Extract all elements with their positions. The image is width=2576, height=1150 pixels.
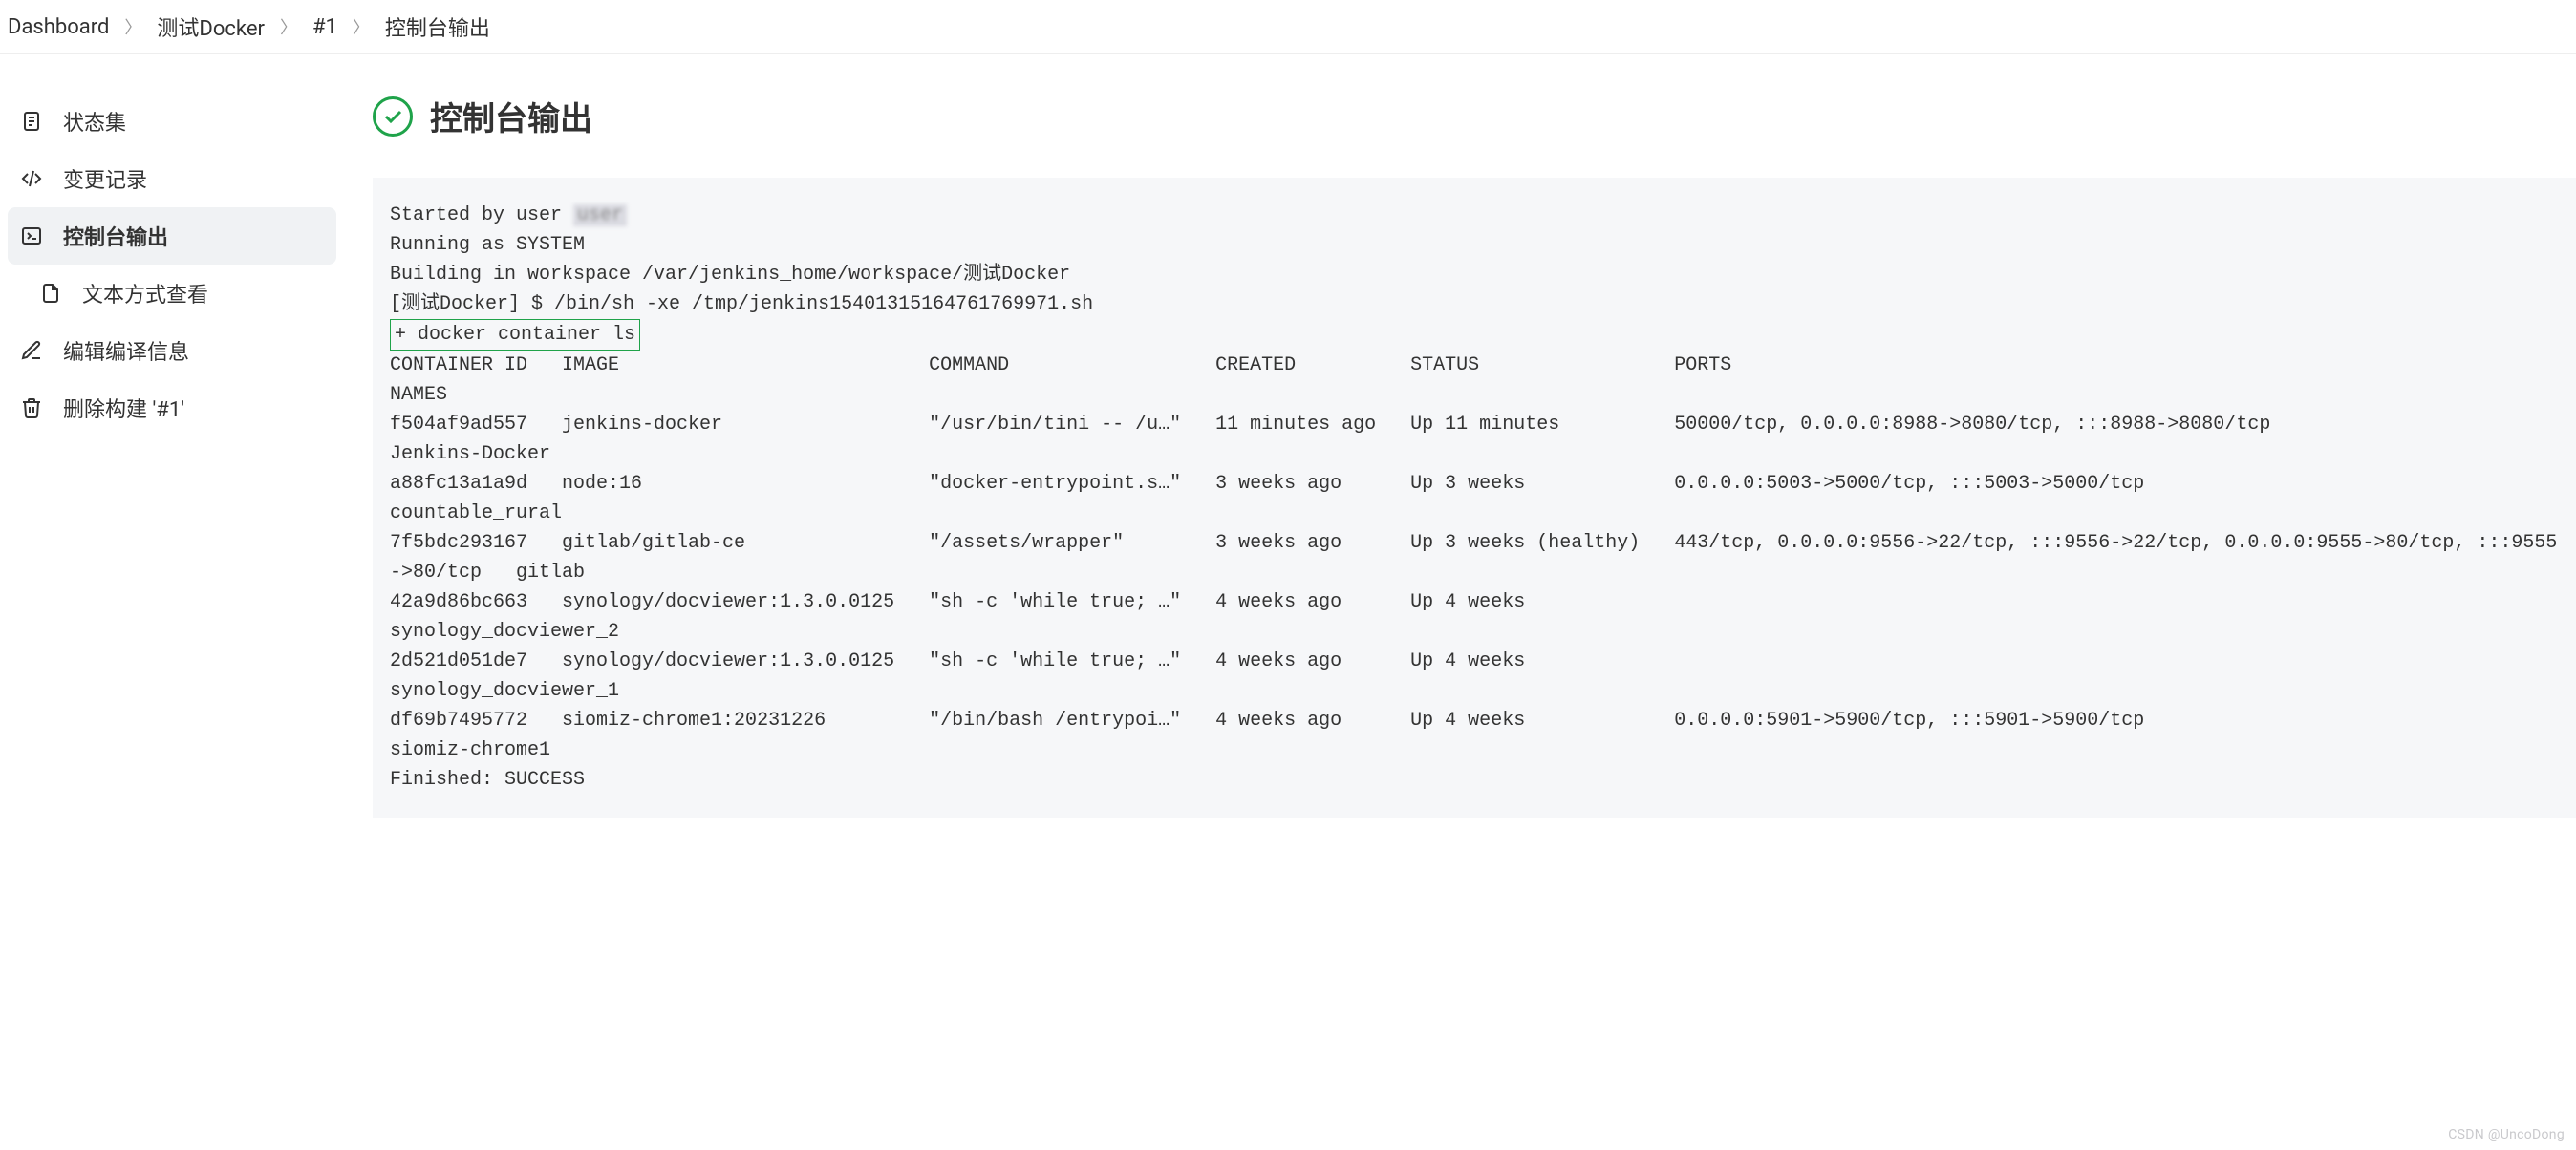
breadcrumb-item-dashboard[interactable]: Dashboard	[8, 15, 109, 39]
console-table-row: 7f5bdc293167 gitlab/gitlab-ce "/assets/w…	[390, 532, 2557, 584]
console-line: Started by user	[390, 204, 573, 226]
console-table-row: a88fc13a1a9d node:16 "docker-entrypoint.…	[390, 473, 2576, 524]
breadcrumb-item-build[interactable]: #1	[312, 15, 337, 39]
console-line: Building in workspace /var/jenkins_home/…	[390, 264, 1070, 286]
sidebar-item-changes[interactable]: 变更记录	[8, 150, 336, 207]
console-finish-line: Finished: SUCCESS	[390, 769, 585, 791]
breadcrumb-item-current: 控制台输出	[385, 11, 490, 42]
chevron-right-icon: 〉	[124, 14, 141, 39]
sidebar-item-edit-build[interactable]: 编辑编译信息	[8, 322, 336, 379]
console-table-header: CONTAINER ID IMAGE COMMAND CREATED STATU…	[390, 354, 2576, 406]
sidebar-item-label: 文本方式查看	[82, 278, 208, 309]
console-output: Started by user user Running as SYSTEM B…	[373, 178, 2576, 818]
console-table-row: 2d521d051de7 synology/docviewer:1.3.0.01…	[390, 650, 2576, 702]
trash-icon	[19, 395, 44, 420]
page-title: 控制台输出	[430, 93, 592, 139]
console-user-link[interactable]: user	[573, 204, 627, 226]
sidebar-item-label: 编辑编译信息	[63, 335, 189, 366]
sidebar-item-console[interactable]: 控制台输出	[8, 207, 336, 265]
breadcrumb-item-project[interactable]: 测试Docker	[157, 11, 265, 42]
sidebar-item-label: 控制台输出	[63, 221, 168, 251]
file-icon	[38, 281, 63, 306]
edit-icon	[19, 338, 44, 363]
sidebar-item-label: 状态集	[63, 106, 126, 137]
sidebar-item-status[interactable]: 状态集	[8, 93, 336, 150]
success-check-icon	[373, 96, 413, 137]
console-table-row: f504af9ad557 jenkins-docker "/usr/bin/ti…	[390, 414, 2576, 465]
terminal-icon	[19, 224, 44, 248]
console-table-row: 42a9d86bc663 synology/docviewer:1.3.0.01…	[390, 591, 2576, 643]
page-header: 控制台输出	[373, 93, 2576, 139]
chevron-right-icon: 〉	[280, 14, 297, 39]
console-line: [测试Docker] $ /bin/sh -xe /tmp/jenkins154…	[390, 293, 1093, 315]
watermark: CSDN @UncoDong	[2448, 1127, 2565, 1142]
sidebar-item-text-view[interactable]: 文本方式查看	[8, 265, 336, 322]
sidebar-item-label: 变更记录	[63, 163, 147, 194]
console-table-row: df69b7495772 siomiz-chrome1:20231226 "/b…	[390, 710, 2576, 761]
console-line: Running as SYSTEM	[390, 234, 585, 256]
console-highlight-line: + docker container ls	[390, 319, 640, 351]
chevron-right-icon: 〉	[353, 14, 370, 39]
sidebar: 状态集 变更记录 控制台输出 文本方式查看 编辑编译信息	[0, 54, 344, 1147]
main-content: 控制台输出 Started by user user Running as SY…	[344, 54, 2576, 1147]
sidebar-item-label: 删除构建 '#1'	[63, 393, 184, 423]
document-icon	[19, 109, 44, 134]
sidebar-item-delete-build[interactable]: 删除构建 '#1'	[8, 379, 336, 437]
code-icon	[19, 166, 44, 191]
breadcrumb: Dashboard 〉 测试Docker 〉 #1 〉 控制台输出	[0, 0, 2576, 54]
